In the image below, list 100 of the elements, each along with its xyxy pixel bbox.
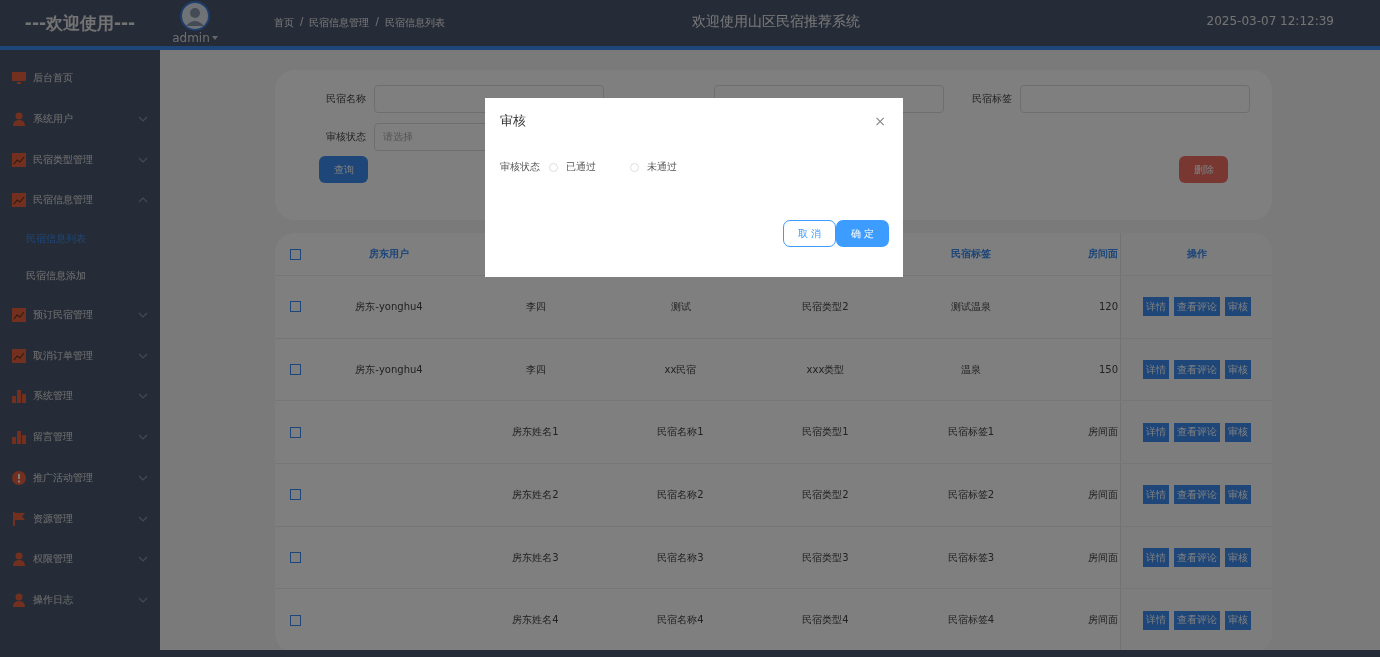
radio-label: 已通过 [566,160,596,174]
table-cell: 民宿名称2 [657,487,704,502]
table-cell: 民宿类型3 [802,550,849,565]
checkbox[interactable] [289,301,301,313]
chevron-icon [138,474,148,481]
checkbox[interactable] [289,614,301,626]
person-icon [12,552,26,567]
field-label: 民宿名称 [325,92,366,106]
table-cell: xxx类型 [806,362,845,377]
bar-chart-icon [12,430,26,445]
action-button[interactable]: 审核 [1224,485,1251,505]
breadcrumb-link[interactable]: 民宿信息管理 [309,16,370,30]
table-cell: 房间面 [1088,487,1118,502]
chevron-icon [138,197,148,204]
action-button[interactable]: 查看评论 [1173,360,1220,380]
action-button[interactable]: 详情 [1142,610,1169,630]
action-button[interactable]: 审核 [1224,610,1251,630]
table-cell: 民宿标签1 [947,425,995,440]
chevron-icon [138,312,148,319]
confirm-button[interactable]: 确 定 [836,220,889,247]
table-cell: 民宿名称3 [657,550,704,565]
cancel-button[interactable]: 取 消 [783,220,836,247]
table-cell: 房东-yonghu4 [355,299,423,314]
column-header[interactable]: 房间面 [1088,247,1118,261]
breadcrumb-separator: / [375,16,379,29]
radio-option[interactable]: 未通过 [630,160,702,174]
table-cell: 150 [1098,364,1118,376]
chevron-icon [138,515,148,522]
table-cell: 房间面 [1088,550,1118,565]
chevron-icon [138,393,148,400]
action-button[interactable]: 查看评论 [1173,548,1220,568]
chevron-icon [138,116,148,123]
checkbox[interactable] [289,489,301,501]
table-cell: 房东姓名3 [512,550,559,565]
checkbox[interactable] [289,364,301,376]
action-button[interactable]: 详情 [1142,360,1169,380]
action-button[interactable]: 详情 [1142,422,1169,442]
table-cell: 民宿标签2 [947,487,995,502]
field-label: 审核状态 [325,130,366,144]
column-header[interactable]: 民宿标签 [951,247,991,261]
caret-icon [211,36,218,40]
radio-label: 未通过 [647,160,677,174]
table-cell: 民宿类型2 [802,299,849,314]
person-icon [12,592,26,607]
brand-title: ---欢迎使用--- [23,11,137,35]
close-button[interactable]: × [874,113,886,129]
table-cell: 房间面 [1088,425,1118,440]
table-cell: 民宿类型2 [802,487,849,502]
table-cell: xx民宿 [664,362,697,377]
table-cell: 民宿类型4 [802,613,849,628]
bar-chart-icon [12,389,26,404]
menu-item[interactable]: 后台首页 [0,58,160,99]
info-icon [12,470,26,485]
table-cell: 测试温泉 [951,299,991,314]
action-button[interactable]: 详情 [1142,485,1169,505]
delete-button[interactable]: 删除 [1179,156,1228,183]
action-button[interactable]: 查看评论 [1173,297,1220,317]
breadcrumb-separator: / [300,16,304,29]
column-header[interactable]: 房东用户 [369,247,409,261]
table-cell: 房间面 [1088,613,1118,628]
action-button[interactable]: 审核 [1224,297,1251,317]
field-label: 民宿标签 [971,92,1012,106]
avatar-icon[interactable] [180,1,210,31]
table-cell: 民宿标签4 [947,613,995,628]
chevron-icon [138,352,148,359]
table-cell: 测试 [670,299,691,314]
person-icon [12,112,26,127]
column-header[interactable]: 操作 [1186,247,1207,261]
monitor-icon [12,71,26,86]
action-button[interactable]: 查看评论 [1173,422,1220,442]
breadcrumb-link[interactable]: 民宿信息列表 [384,16,445,30]
table-cell: 李四 [525,299,546,314]
checkbox[interactable] [289,552,301,564]
user-menu[interactable]: admin [172,31,218,45]
radio-option[interactable]: 已通过 [549,160,621,174]
action-button[interactable]: 查看评论 [1173,610,1220,630]
dialog-title: 审核 [500,112,526,130]
checkbox[interactable] [289,426,301,438]
action-button[interactable]: 详情 [1142,548,1169,568]
line-chart-icon [12,152,26,167]
breadcrumb-link[interactable]: 首页 [274,16,294,30]
menu-label: 后台首页 [33,71,74,86]
table-cell: 房东姓名1 [512,425,559,440]
checkbox[interactable] [289,248,301,260]
action-button[interactable]: 审核 [1224,548,1251,568]
action-button[interactable]: 审核 [1224,360,1251,380]
field-label: 审核状态 [500,160,540,174]
search-button[interactable]: 查询 [319,156,368,183]
table-cell: 民宿类型1 [802,425,849,440]
table-cell: 温泉 [961,362,981,377]
clock-text: 2025-03-07 12:12:39 [1206,14,1334,28]
action-button[interactable]: 审核 [1224,422,1251,442]
action-button[interactable]: 详情 [1142,297,1169,317]
action-button[interactable]: 查看评论 [1173,485,1220,505]
chevron-icon [138,556,148,563]
table-cell: 房东-yonghu4 [355,362,423,377]
table-cell: 房东姓名2 [512,487,559,502]
flag-icon [12,511,26,526]
table-cell: 120 [1098,301,1118,313]
line-chart-icon [12,193,26,208]
